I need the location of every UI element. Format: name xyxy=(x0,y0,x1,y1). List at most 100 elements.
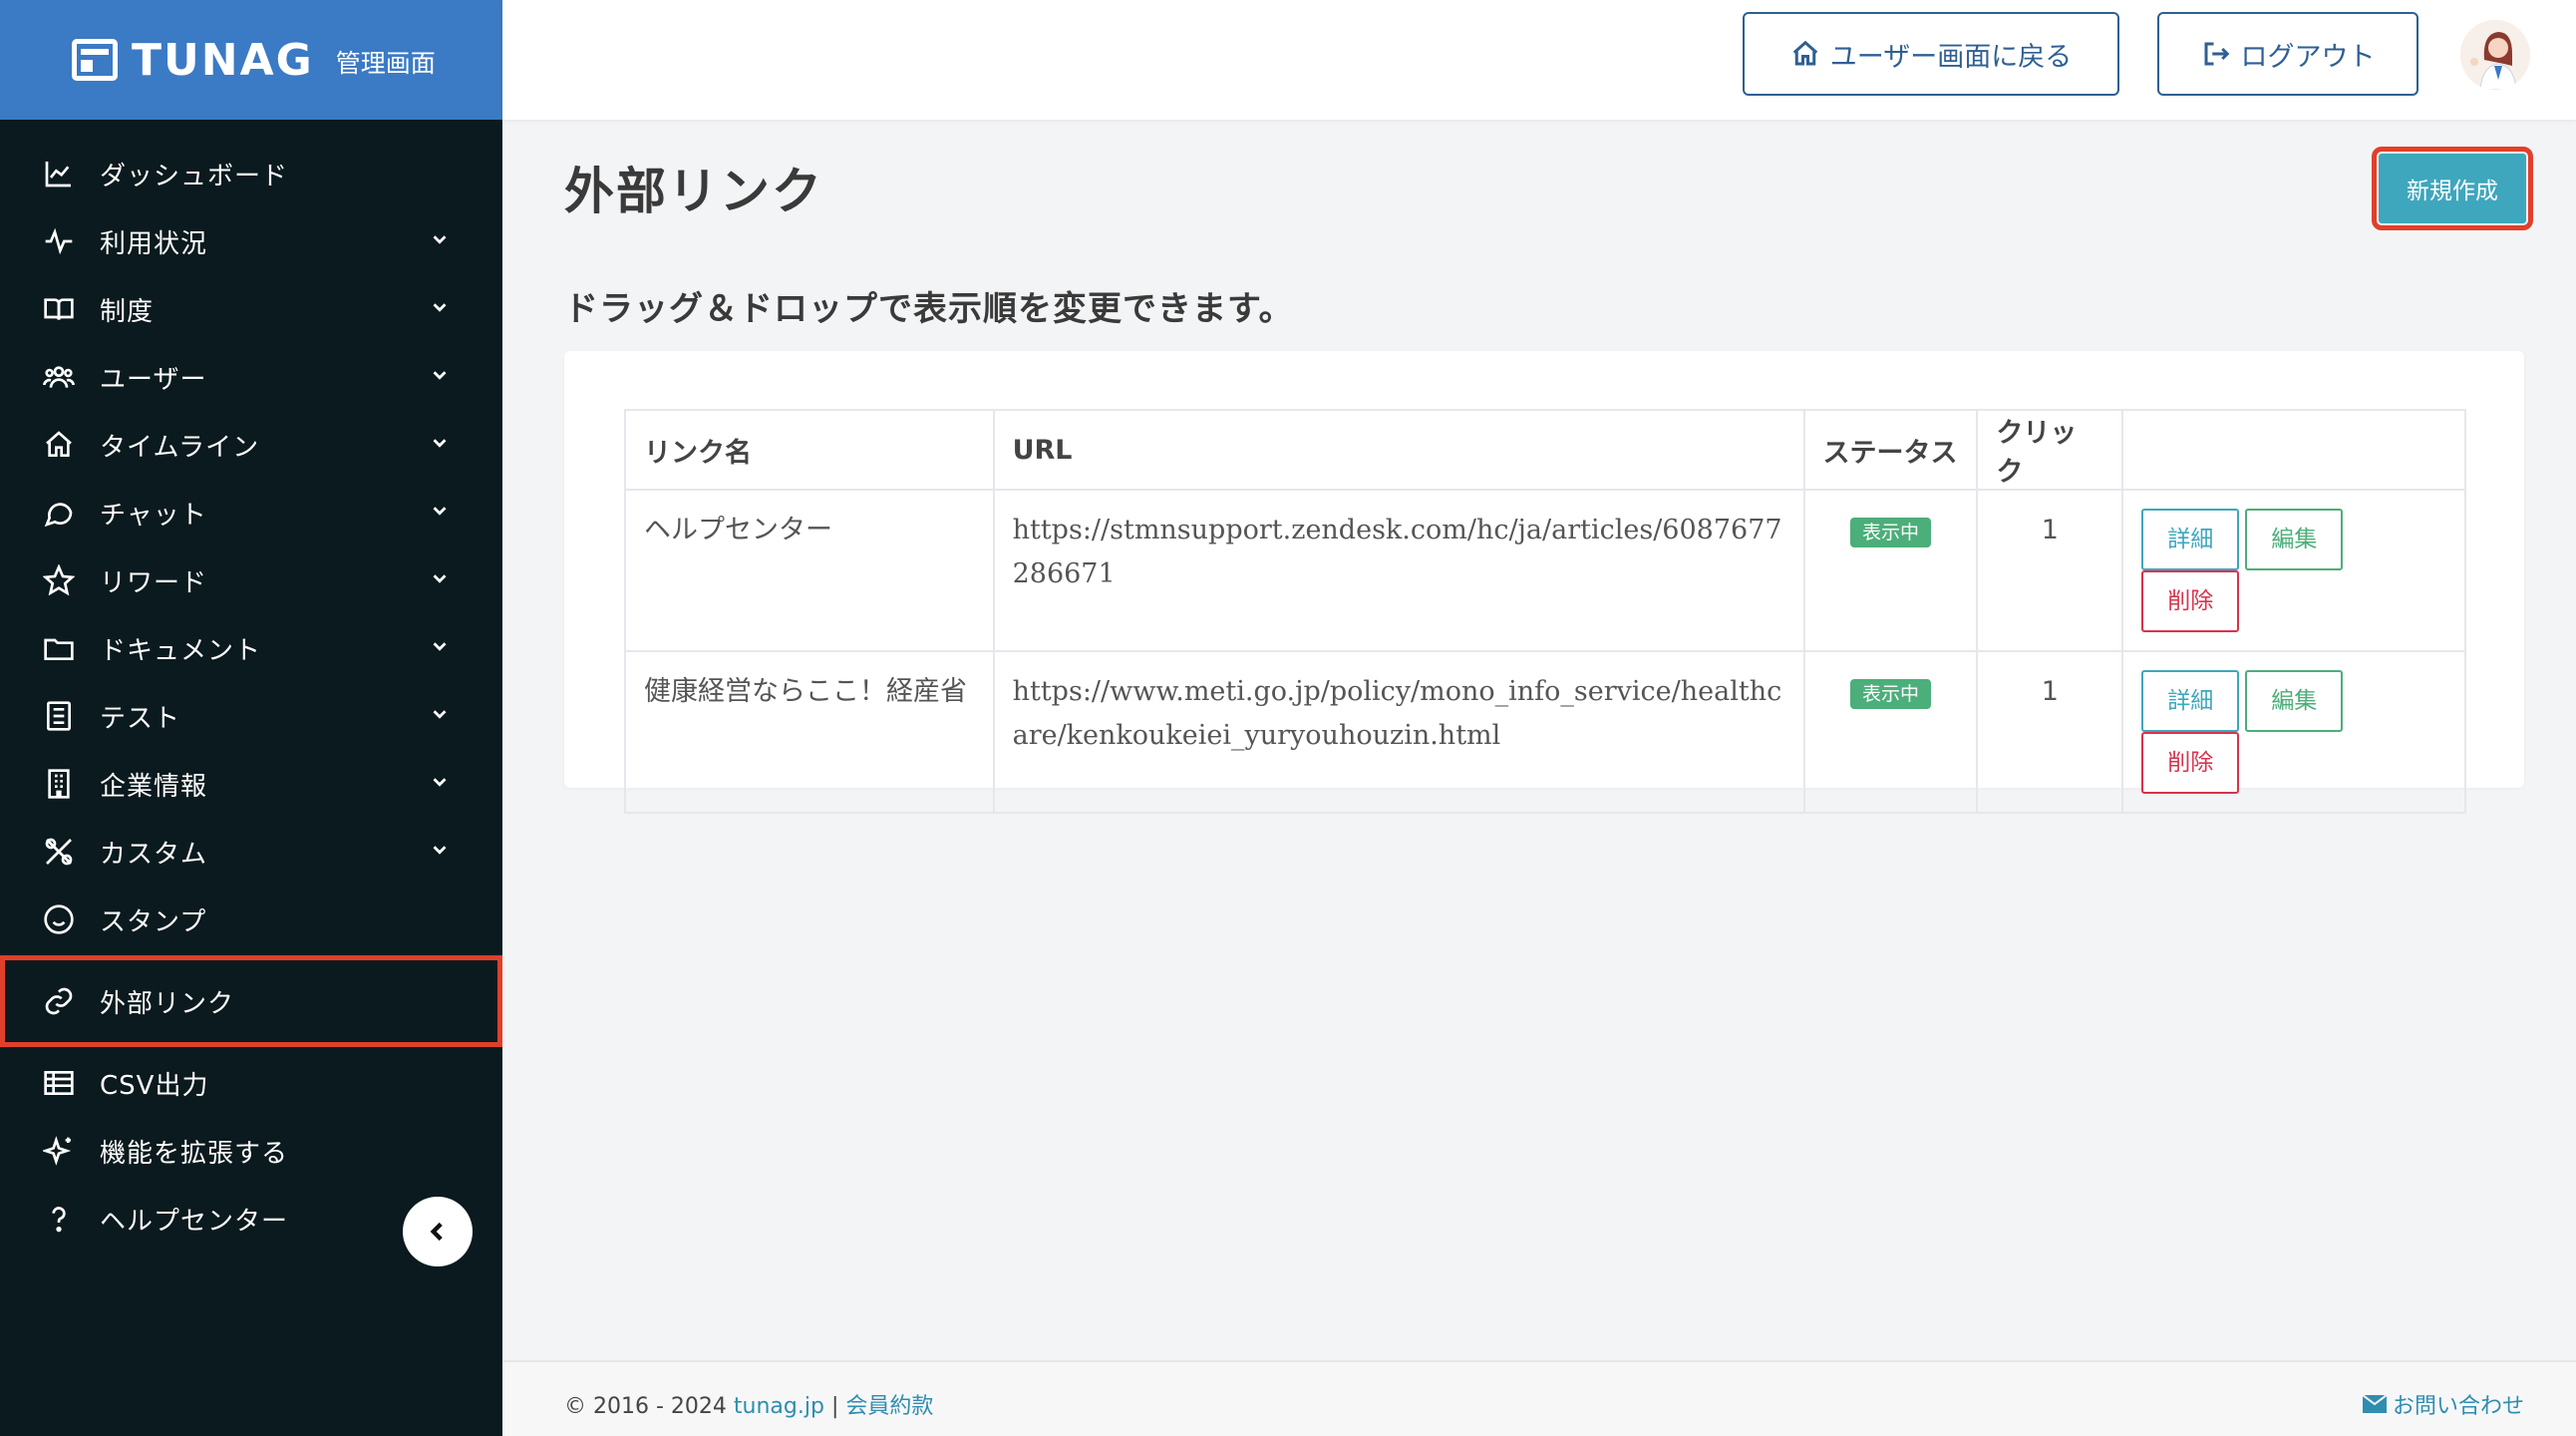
sidebar-item-label: テスト xyxy=(100,703,181,734)
sidebar-item-label: 外部リンク xyxy=(100,988,235,1019)
sidebar-item-label: 制度 xyxy=(100,296,155,327)
sidebar-item-label: ヘルプセンター xyxy=(100,1206,289,1237)
sidebar-nav: ダッシュボード 利用状況 制度 ユーザー タイムライン チャット リワード ドキ… xyxy=(0,140,502,1253)
click-count-cell: 1 xyxy=(1976,489,2124,652)
collapse-sidebar-button[interactable] xyxy=(403,1197,473,1266)
delete-button[interactable]: 削除 xyxy=(2141,570,2240,632)
footer-separator: | xyxy=(830,1394,839,1419)
book-icon xyxy=(42,292,76,326)
chart-line-icon xyxy=(42,157,76,190)
link-name-cell: ヘルプセンター xyxy=(624,489,995,652)
chevron-down-icon[interactable] xyxy=(429,567,451,593)
sidebar-item-documents[interactable]: ドキュメント xyxy=(0,614,502,682)
sidebar-item-label: スタンプ xyxy=(100,906,207,937)
links-card: リンク名 URL ステータス クリック ヘルプセンター https://stmn… xyxy=(564,351,2524,814)
avatar[interactable] xyxy=(2460,20,2530,90)
sidebar-item-timeline[interactable]: タイムライン xyxy=(0,411,502,479)
folder-icon xyxy=(42,631,76,665)
sparkle-icon xyxy=(42,1134,76,1168)
chevron-down-icon[interactable] xyxy=(429,296,451,322)
table-header-row: リンク名 URL ステータス クリック xyxy=(624,409,2466,491)
sidebar-item-custom[interactable]: カスタム xyxy=(0,818,502,886)
building-icon xyxy=(42,767,76,801)
footer: © 2016 - 2024 tunag.jp | 会員約款 お問い合わせ xyxy=(502,1360,2576,1436)
chevron-down-icon[interactable] xyxy=(429,635,451,661)
actions-cell: 詳細 編集削除 xyxy=(2121,650,2466,814)
copyright-text: © 2016 - 2024 xyxy=(564,1394,727,1419)
sidebar-item-usage[interactable]: 利用状況 xyxy=(0,207,502,275)
table-row[interactable]: ヘルプセンター https://stmnsupport.zendesk.com/… xyxy=(624,489,2466,652)
links-table: リンク名 URL ステータス クリック ヘルプセンター https://stmn… xyxy=(624,409,2466,814)
sidebar-item-company[interactable]: 企業情報 xyxy=(0,750,502,818)
status-badge: 表示中 xyxy=(1849,679,1931,709)
sidebar-item-reward[interactable]: リワード xyxy=(0,546,502,614)
logout-button[interactable]: ログアウト xyxy=(2157,12,2418,96)
sidebar-item-systems[interactable]: 制度 xyxy=(0,275,502,343)
home-icon xyxy=(42,428,76,462)
logout-label: ログアウト xyxy=(2240,41,2376,73)
detail-button[interactable]: 詳細 xyxy=(2141,509,2240,570)
click-count-cell: 1 xyxy=(1976,650,2124,814)
link-name-cell: 健康経営ならここ！経産省 xyxy=(624,650,995,814)
drag-drop-hint: ドラッグ＆ドロップで表示順を変更できます。 xyxy=(564,289,1294,329)
table-row[interactable]: 健康経営ならここ！経産省 https://www.meti.go.jp/poli… xyxy=(624,650,2466,814)
sidebar-item-extend-features[interactable]: 機能を拡張する xyxy=(0,1117,502,1185)
edit-button[interactable]: 編集 xyxy=(2245,509,2344,570)
actions-cell: 詳細 編集削除 xyxy=(2121,489,2466,652)
link-url-cell: https://stmnsupport.zendesk.com/hc/ja/ar… xyxy=(992,489,1805,652)
top-header: ユーザー画面に戻る ログアウト xyxy=(502,0,2576,120)
link-icon xyxy=(42,984,76,1018)
sidebar-item-label: ドキュメント xyxy=(100,635,262,666)
chevron-down-icon[interactable] xyxy=(429,839,451,865)
site-link[interactable]: tunag.jp xyxy=(734,1394,824,1419)
sidebar-item-label: 企業情報 xyxy=(100,771,208,802)
sidebar-item-label: 機能を拡張する xyxy=(100,1138,289,1169)
chevron-down-icon[interactable] xyxy=(429,228,451,254)
chevron-down-icon[interactable] xyxy=(429,703,451,729)
checklist-icon xyxy=(42,699,76,733)
chevron-left-icon xyxy=(430,1222,443,1242)
edit-button[interactable]: 編集 xyxy=(2245,670,2344,732)
column-header-link-name: リンク名 xyxy=(624,409,995,491)
chevron-down-icon[interactable] xyxy=(429,364,451,390)
column-header-clicks: クリック xyxy=(1976,409,2124,491)
sidebar-item-dashboard[interactable]: ダッシュボード xyxy=(0,140,502,207)
back-to-user-screen-button[interactable]: ユーザー画面に戻る xyxy=(1743,12,2119,96)
terms-link[interactable]: 会員約款 xyxy=(845,1394,933,1419)
question-icon xyxy=(42,1202,76,1236)
sidebar-item-label: リワード xyxy=(100,567,208,598)
tools-icon xyxy=(42,835,76,869)
status-badge: 表示中 xyxy=(1849,518,1931,547)
chevron-down-icon[interactable] xyxy=(429,500,451,526)
chat-bubble-icon xyxy=(42,496,76,530)
status-cell: 表示中 xyxy=(1802,489,1979,652)
chevron-down-icon[interactable] xyxy=(429,771,451,797)
sidebar-item-label: 利用状況 xyxy=(100,228,208,259)
chevron-down-icon[interactable] xyxy=(429,432,451,458)
sidebar-item-label: CSV出力 xyxy=(100,1070,209,1101)
sidebar: TUNAG 管理画面 ダッシュボード 利用状況 制度 ユーザー タイムライン チ… xyxy=(0,0,502,1436)
contact-label: お問い合わせ xyxy=(2392,1394,2524,1419)
detail-button[interactable]: 詳細 xyxy=(2141,670,2240,732)
sidebar-item-chat[interactable]: チャット xyxy=(0,479,502,546)
brand-subtitle: 管理画面 xyxy=(335,49,436,78)
smile-icon xyxy=(42,902,76,936)
sidebar-item-test[interactable]: テスト xyxy=(0,682,502,750)
table-icon xyxy=(42,1066,76,1100)
sidebar-item-label: チャット xyxy=(100,500,207,531)
sidebar-item-csv-export[interactable]: CSV出力 xyxy=(0,1049,502,1117)
delete-button[interactable]: 削除 xyxy=(2141,732,2240,794)
sidebar-item-external-links[interactable]: 外部リンク xyxy=(0,955,502,1047)
envelope-icon xyxy=(2362,1395,2387,1413)
new-create-button[interactable]: 新規作成 xyxy=(2372,147,2533,230)
column-header-actions xyxy=(2121,409,2466,491)
sidebar-item-users[interactable]: ユーザー xyxy=(0,343,502,411)
contact-link[interactable]: お問い合わせ xyxy=(2362,1388,2524,1420)
tunag-logo-icon xyxy=(72,39,118,81)
sidebar-item-label: ダッシュボード xyxy=(100,161,289,191)
logout-icon xyxy=(2204,42,2229,66)
link-url-cell: https://www.meti.go.jp/policy/mono_info_… xyxy=(992,650,1805,814)
page-title: 外部リンク xyxy=(564,163,823,220)
brand-header[interactable]: TUNAG 管理画面 xyxy=(0,0,502,120)
sidebar-item-stamps[interactable]: スタンプ xyxy=(0,886,502,953)
